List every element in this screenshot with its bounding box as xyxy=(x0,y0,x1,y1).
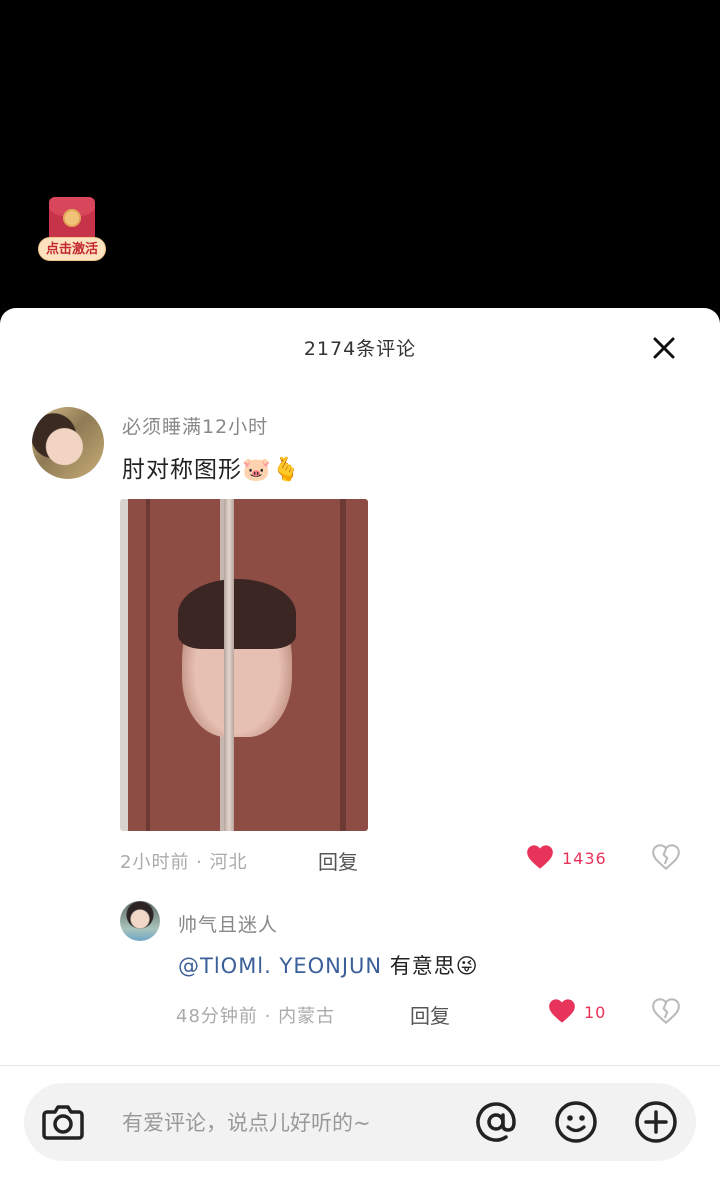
emoji-icon xyxy=(555,1101,597,1143)
red-envelope-widget[interactable]: 点击激活 xyxy=(38,197,106,263)
heart-filled-icon xyxy=(549,999,575,1023)
comment-input-bar xyxy=(24,1083,696,1161)
reply-reply-button[interactable]: 回复 xyxy=(410,1000,450,1029)
reply-dislike-button[interactable] xyxy=(650,996,682,1026)
like-button[interactable] xyxy=(524,842,556,872)
close-button[interactable] xyxy=(648,332,680,364)
comment-username[interactable]: 必须睡满12小时 xyxy=(122,412,268,439)
comment-text: 肘对称图形🐷🫰 xyxy=(122,457,302,483)
mention-button[interactable] xyxy=(472,1100,520,1144)
commenter-avatar[interactable] xyxy=(32,407,104,479)
divider xyxy=(0,1065,720,1066)
comment-input[interactable] xyxy=(120,1105,454,1141)
plus-icon xyxy=(635,1101,677,1143)
reply-time-location: 48分钟前 · 内蒙古 xyxy=(176,1006,336,1027)
reply-like-count: 10 xyxy=(584,1003,607,1022)
reply-mention[interactable]: @TlOMl. YEONJUN xyxy=(178,954,382,978)
reply-avatar[interactable] xyxy=(120,901,160,941)
comment-reply-button[interactable]: 回复 xyxy=(318,846,358,875)
comment-image[interactable] xyxy=(120,499,368,831)
broken-heart-icon xyxy=(652,998,680,1024)
emoji-button[interactable] xyxy=(552,1100,600,1144)
reply-like-button[interactable] xyxy=(546,996,578,1026)
activate-badge[interactable]: 点击激活 xyxy=(38,237,106,261)
heart-filled-icon xyxy=(527,845,553,869)
comments-sheet: 2174条评论 必须睡满12小时 肘对称图形🐷🫰 2小时前 · 河北 回复 14… xyxy=(0,308,720,1177)
plus-button[interactable] xyxy=(632,1100,680,1144)
like-count: 1436 xyxy=(562,849,607,868)
camera-button[interactable] xyxy=(40,1100,86,1144)
reply-text: @TlOMl. YEONJUN 有意思😜 xyxy=(178,950,479,980)
comment-time-location: 2小时前 · 河北 xyxy=(120,852,248,873)
broken-heart-icon xyxy=(652,844,680,870)
reply-body: 有意思😜 xyxy=(382,954,479,978)
video-area[interactable] xyxy=(0,0,720,320)
camera-icon xyxy=(42,1105,84,1140)
dislike-button[interactable] xyxy=(650,842,682,872)
reply-username[interactable]: 帅气且迷人 xyxy=(178,910,278,937)
at-icon xyxy=(476,1102,516,1142)
comments-count-title: 2174条评论 xyxy=(303,338,417,360)
close-icon xyxy=(653,337,675,359)
